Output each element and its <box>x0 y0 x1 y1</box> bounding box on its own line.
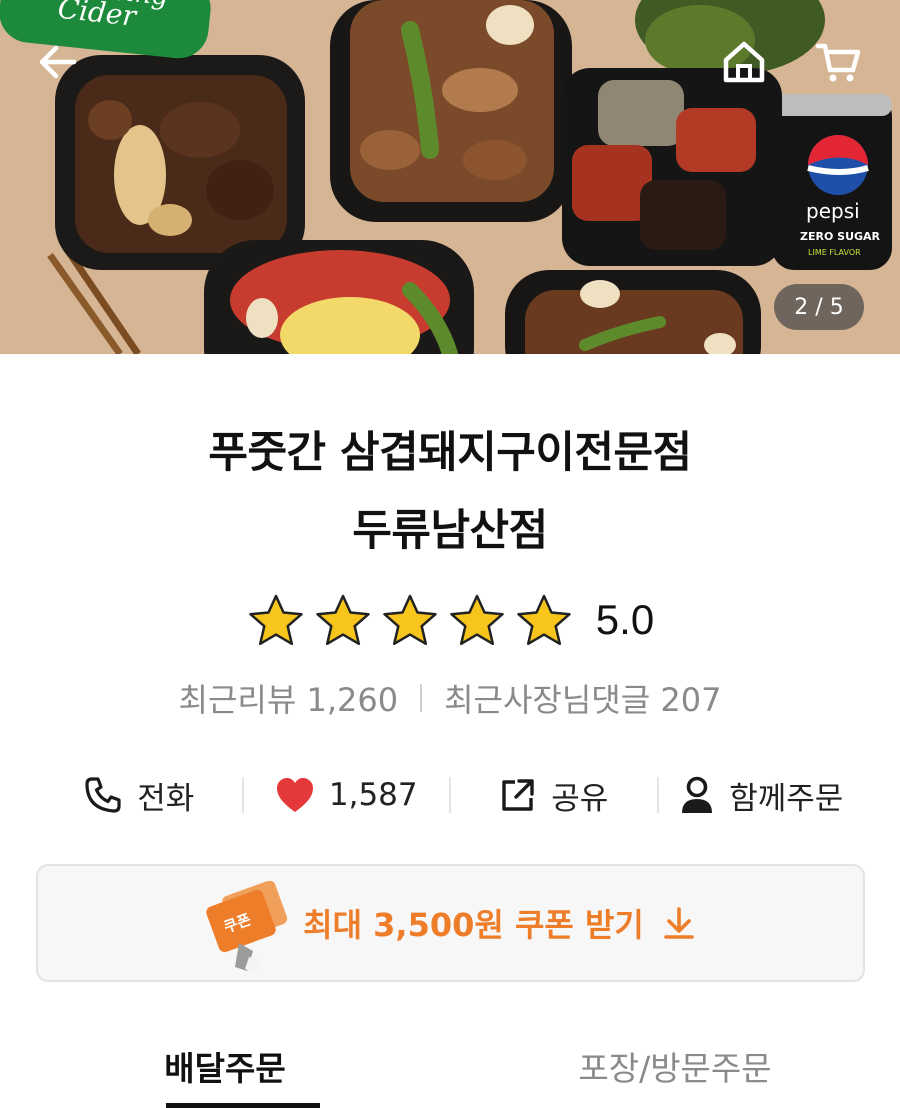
coupon-icon: 쿠폰 <box>206 881 288 973</box>
share-icon <box>502 779 534 811</box>
back-button[interactable] <box>26 30 90 94</box>
share-label: 공유 <box>551 780 609 817</box>
call-button[interactable]: 전화 <box>36 760 242 830</box>
star-icon <box>383 594 437 646</box>
cart-icon <box>815 43 861 82</box>
home-button[interactable] <box>712 30 776 94</box>
divider <box>420 684 423 712</box>
home-icon <box>723 41 765 83</box>
person-icon <box>682 776 713 813</box>
group-order-label: 함께주문 <box>729 780 844 817</box>
rating-value: 5.0 <box>595 596 655 643</box>
phone-icon <box>85 777 121 813</box>
coupon-label: 최대 3,500원 쿠폰 받기 <box>303 906 644 944</box>
order-type-tabs: 배달주문 포장/방문주문 <box>0 1030 900 1108</box>
store-action-bar: 전화 1,587 공유 함께주문 <box>36 760 864 830</box>
store-rating: 5.0 <box>0 590 900 650</box>
can-brand-text: pepsi <box>806 199 860 223</box>
store-name-line2: 두류남산점 <box>352 506 548 556</box>
star-rating <box>246 593 574 647</box>
star-icon <box>450 594 504 646</box>
back-arrow-icon <box>39 45 77 79</box>
star-icon <box>517 594 571 646</box>
call-label: 전화 <box>137 780 195 817</box>
cart-button[interactable] <box>806 30 870 94</box>
coupon-download-button[interactable]: 쿠폰 최대 3,500원 쿠폰 받기 <box>36 864 865 982</box>
can-subtext: ZERO SUGAR <box>800 230 881 243</box>
tab-delivery[interactable]: 배달주문 <box>0 1030 450 1108</box>
heart-icon <box>276 778 313 812</box>
like-count: 1,587 <box>328 777 418 813</box>
star-icon <box>249 594 303 646</box>
can-flavor-text: LIME FLAVOR <box>808 248 861 257</box>
tab-pickup-label: 포장/방문주문 <box>578 1049 772 1088</box>
tab-pickup[interactable]: 포장/방문주문 <box>450 1030 900 1108</box>
share-button[interactable]: 공유 <box>451 760 657 830</box>
recent-reviews-link[interactable]: 최근리뷰 1,260 <box>179 675 399 721</box>
carousel-page-indicator: 2 / 5 <box>774 284 864 330</box>
active-tab-indicator <box>166 1103 320 1108</box>
group-order-button[interactable]: 함께주문 <box>659 760 865 830</box>
star-icon <box>316 594 370 646</box>
store-name-line1: 푸줏간 삼겹돼지구이전문점 <box>208 428 692 478</box>
hero-image-carousel[interactable]: pepsi ZERO SUGAR LIME FLAVOR Cider asing <box>0 0 900 354</box>
store-detail-page: pepsi ZERO SUGAR LIME FLAVOR Cider asing <box>0 0 900 1108</box>
like-button[interactable]: 1,587 <box>244 760 450 830</box>
review-summary[interactable]: 최근리뷰 1,260 최근사장님댓글 207 <box>0 674 900 722</box>
tab-delivery-label: 배달주문 <box>164 1049 286 1088</box>
download-arrow-icon <box>664 907 694 939</box>
store-name: 푸줏간 삼겹돼지구이전문점 두류남산점 <box>0 414 900 570</box>
owner-replies-link[interactable]: 최근사장님댓글 207 <box>444 675 721 721</box>
